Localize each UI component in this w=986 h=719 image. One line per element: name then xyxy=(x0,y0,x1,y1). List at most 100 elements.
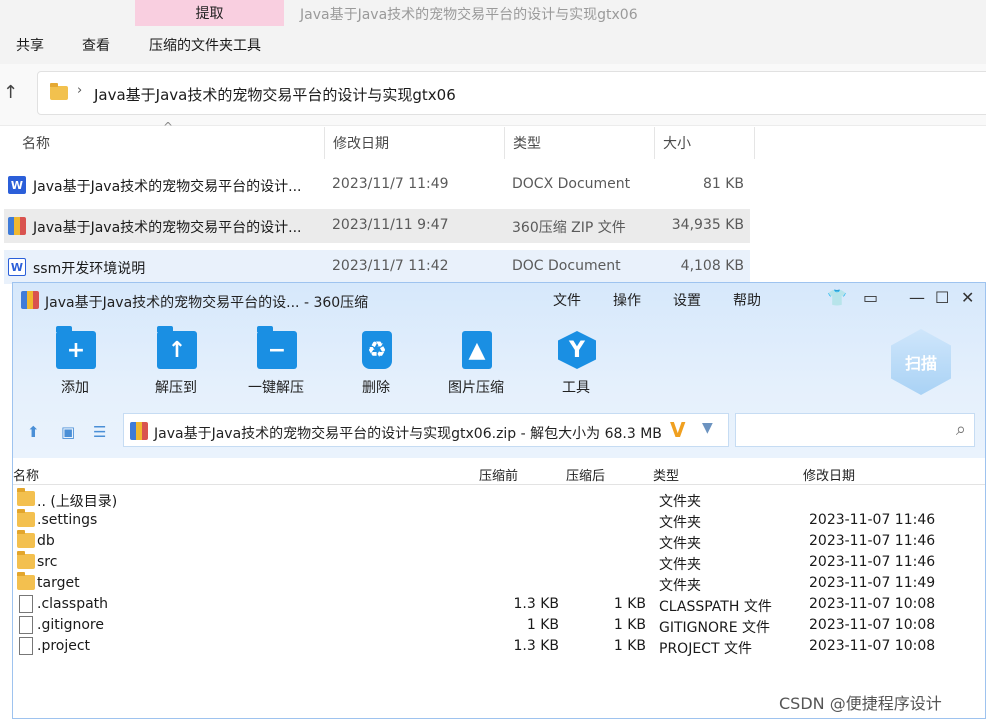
archive-row[interactable]: .. (上级目录) 文件夹 xyxy=(13,488,985,510)
image-compress-label: 图片压缩 xyxy=(448,380,504,396)
archive-search-input[interactable]: ⌕ xyxy=(735,413,975,447)
explorer-ribbon-top: 提取 Java基于Java技术的宠物交易平台的设计与实现gtx06 xyxy=(0,0,986,28)
menu-compressed-folder-tools[interactable]: 压缩的文件夹工具 xyxy=(149,35,261,55)
column-header-name[interactable]: 名称 xyxy=(14,127,325,159)
scan-button[interactable]: 扫描 xyxy=(891,329,951,395)
entry-size-after: 1 KB xyxy=(613,596,646,612)
shirt-skin-icon[interactable]: 👕 xyxy=(827,288,847,307)
entry-name: .gitignore xyxy=(37,617,104,633)
menu-operation[interactable]: 操作 xyxy=(613,290,641,310)
extract-to-label: 解压到 xyxy=(155,380,197,396)
menu-help[interactable]: 帮助 xyxy=(733,290,761,310)
extract-to-button[interactable]: ↑ 解压到 xyxy=(136,326,216,401)
maximize-icon[interactable]: ☐ xyxy=(935,288,949,307)
entry-type: 文件夹 xyxy=(659,536,701,552)
add-button[interactable]: + 添加 xyxy=(35,326,115,401)
menu-view[interactable]: 查看 xyxy=(82,35,110,55)
menu-settings[interactable]: 设置 xyxy=(673,290,701,310)
folder-icon xyxy=(17,551,35,569)
archive-row[interactable]: .gitignore 1 KB 1 KB GITIGNORE 文件 2023-1… xyxy=(13,615,985,636)
folder-icon xyxy=(17,530,35,548)
zip-window-header: Java基于Java技术的宠物交易平台的设... - 360压缩 文件 操作 设… xyxy=(13,283,985,458)
archive-row[interactable]: src 文件夹 2023-11-07 11:46 xyxy=(13,551,985,573)
minimize-icon[interactable]: — xyxy=(909,288,925,307)
column-header-name[interactable]: 名称 xyxy=(13,465,39,484)
column-header-type[interactable]: 类型 xyxy=(505,127,655,159)
entry-size-after: 1 KB xyxy=(613,617,646,633)
entry-name: db xyxy=(37,533,55,549)
image-compress-button[interactable]: ▲ 图片压缩 xyxy=(436,331,516,401)
column-header-after[interactable]: 压缩后 xyxy=(566,465,605,484)
folder-icon xyxy=(17,572,35,590)
tab-extract[interactable]: 提取 xyxy=(135,0,284,26)
file-type: DOCX Document xyxy=(512,176,631,192)
entry-date: 2023-11-07 11:46 xyxy=(809,554,936,570)
list-view-icon[interactable]: ☰ xyxy=(93,423,106,441)
zip-archive-icon xyxy=(8,217,26,235)
thumbnail-view-icon[interactable]: ▣ xyxy=(61,423,75,441)
archive-row[interactable]: .settings 文件夹 2023-11-07 11:46 xyxy=(13,509,985,531)
archive-path-bar[interactable]: Java基于Java技术的宠物交易平台的设计与实现gtx06.zip - 解包大… xyxy=(123,413,729,447)
chevron-right-icon[interactable]: › xyxy=(77,83,82,98)
entry-date: 2023-11-07 10:08 xyxy=(809,638,936,654)
zip-archive-icon xyxy=(21,291,39,309)
zip-window-title: Java基于Java技术的宠物交易平台的设... - 360压缩 xyxy=(45,295,369,311)
one-click-extract-label: 一键解压 xyxy=(248,380,304,396)
file-size: 4,108 KB xyxy=(680,258,744,274)
archive-row[interactable]: .classpath 1.3 KB 1 KB CLASSPATH 文件 2023… xyxy=(13,594,985,615)
file-type: DOC Document xyxy=(512,258,621,274)
watermark: CSDN @便捷程序设计 xyxy=(779,694,942,713)
address-bar[interactable]: › Java基于Java技术的宠物交易平台的设计与实现gtx06 xyxy=(37,71,986,115)
word-doc-icon: W xyxy=(8,258,26,276)
search-icon[interactable]: ⌕ xyxy=(956,419,966,440)
menu-share[interactable]: 共享 xyxy=(16,35,44,55)
delete-label: 删除 xyxy=(362,380,390,396)
delete-button[interactable]: ♻ 删除 xyxy=(336,331,416,401)
file-row-selected[interactable]: Java基于Java技术的宠物交易平台的设计... 2023/11/11 9:4… xyxy=(4,209,750,243)
recycle-bin-icon: ♻ xyxy=(362,331,392,369)
file-size: 34,935 KB xyxy=(671,217,744,233)
file-icon xyxy=(19,616,33,634)
add-folder-icon: + xyxy=(56,326,96,369)
archive-row[interactable]: target 文件夹 2023-11-07 11:49 xyxy=(13,572,985,594)
chevron-down-icon[interactable]: ▼ xyxy=(702,420,713,436)
tools-hex-icon: Y xyxy=(558,331,596,369)
folder-icon xyxy=(17,488,35,506)
up-arrow-icon[interactable]: ↑ xyxy=(3,82,18,103)
column-header-date[interactable]: 修改日期 xyxy=(803,465,855,484)
extract-folder-icon: ↑ xyxy=(157,326,197,369)
file-size: 81 KB xyxy=(702,176,744,192)
explorer-ribbon-menu: 共享 查看 压缩的文件夹工具 xyxy=(0,28,986,64)
column-header-date[interactable]: 修改日期 xyxy=(325,127,505,159)
entry-name: .project xyxy=(37,638,91,654)
verified-v-icon: V xyxy=(670,418,686,442)
menu-file[interactable]: 文件 xyxy=(553,290,581,310)
archive-row[interactable]: db 文件夹 2023-11-07 11:46 xyxy=(13,530,985,552)
archive-row[interactable]: .project 1.3 KB 1 KB PROJECT 文件 2023-11-… xyxy=(13,636,985,657)
entry-size-before: 1.3 KB xyxy=(513,638,560,654)
column-header-before[interactable]: 压缩前 xyxy=(479,465,518,484)
entry-type: GITIGNORE 文件 xyxy=(659,620,771,636)
one-click-extract-button[interactable]: − 一键解压 xyxy=(236,326,316,401)
entry-type: PROJECT 文件 xyxy=(659,641,752,657)
entry-date: 2023-11-07 11:46 xyxy=(809,512,936,528)
up-level-icon[interactable]: ⬆ xyxy=(27,423,40,441)
folder-icon xyxy=(50,83,68,100)
zip-360-window: Java基于Java技术的宠物交易平台的设... - 360压缩 文件 操作 设… xyxy=(12,282,986,719)
add-label: 添加 xyxy=(61,380,89,396)
tools-label: 工具 xyxy=(562,380,590,396)
file-icon xyxy=(19,595,33,613)
file-row[interactable]: W Java基于Java技术的宠物交易平台的设计... 2023/11/7 11… xyxy=(4,168,750,202)
window-title: Java基于Java技术的宠物交易平台的设计与实现gtx06 xyxy=(300,7,638,23)
entry-name: .. (上级目录) xyxy=(37,494,118,510)
file-row[interactable]: W ssm开发环境说明 2023/11/7 11:42 DOC Document… xyxy=(4,250,750,284)
tools-button[interactable]: Y 工具 xyxy=(536,331,616,401)
entry-date: 2023-11-07 11:49 xyxy=(809,575,936,591)
feedback-icon[interactable]: ▭ xyxy=(863,288,878,307)
close-icon[interactable]: ✕ xyxy=(961,288,974,307)
file-name: Java基于Java技术的宠物交易平台的设计... xyxy=(33,179,302,195)
file-type: 360压缩 ZIP 文件 xyxy=(512,220,626,236)
column-header-type[interactable]: 类型 xyxy=(653,465,679,484)
entry-name: src xyxy=(37,554,58,570)
column-header-size[interactable]: 大小 xyxy=(655,127,755,159)
